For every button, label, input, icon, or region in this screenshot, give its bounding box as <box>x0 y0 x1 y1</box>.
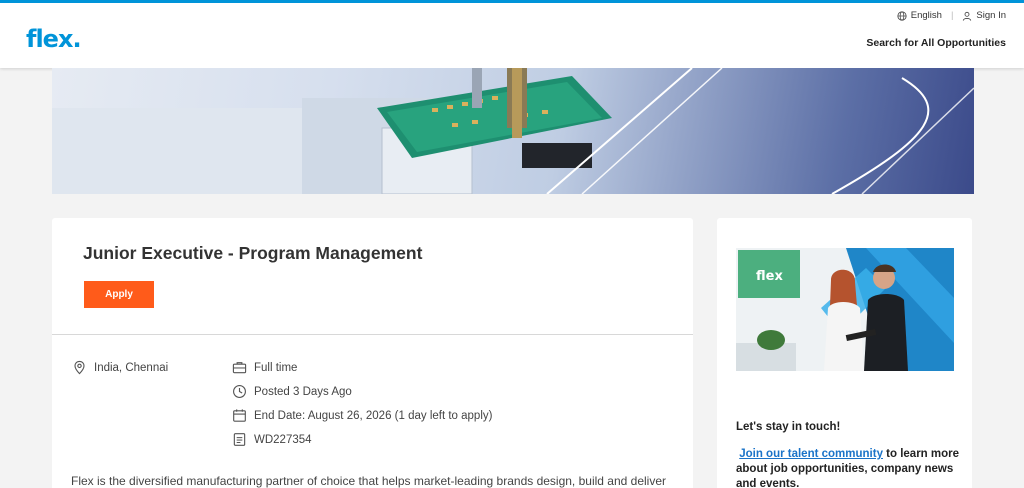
hero-banner <box>52 68 974 194</box>
calendar-icon <box>233 409 246 422</box>
sign-in-link[interactable]: Sign In <box>962 10 1006 21</box>
job-requisition-id: WD227354 <box>232 432 312 447</box>
photo-flex-logo: flex <box>756 269 783 284</box>
language-selector[interactable]: English <box>897 10 942 21</box>
job-end-date: End Date: August 26, 2026 (1 day left to… <box>232 408 492 423</box>
document-icon <box>233 433 246 446</box>
user-icon <box>963 11 972 21</box>
job-type: Full time <box>232 360 297 375</box>
globe-icon <box>897 10 907 21</box>
talent-community-text: Join our talent community to learn more … <box>736 447 961 488</box>
join-talent-community-link[interactable]: Join our talent community <box>739 448 883 460</box>
stay-in-touch-heading: Let's stay in touch! <box>736 421 841 433</box>
location-pin-icon <box>74 360 85 375</box>
job-requisition-id-text: WD227354 <box>254 433 312 446</box>
utility-nav: English | Sign In <box>897 10 1006 21</box>
clock-icon <box>233 385 246 398</box>
briefcase-icon <box>232 362 247 374</box>
job-posted: Posted 3 Days Ago <box>232 384 352 399</box>
language-label: English <box>910 10 942 21</box>
job-posted-text: Posted 3 Days Ago <box>254 385 352 398</box>
search-all-opportunities-link[interactable]: Search for All Opportunities <box>866 37 1006 49</box>
job-location-text: India, Chennai <box>94 361 169 374</box>
sign-in-label: Sign In <box>976 10 1006 21</box>
flex-logo[interactable]: flex. <box>26 25 82 53</box>
banner-artwork <box>52 68 974 194</box>
job-end-date-text: End Date: August 26, 2026 (1 day left to… <box>254 409 493 422</box>
apply-button[interactable]: Apply <box>84 281 154 308</box>
talent-community-card: flex Let's stay in touch! Join our talen… <box>717 218 972 488</box>
job-title: Junior Executive - Program Management <box>83 243 423 263</box>
job-description: Flex is the diversified manufacturing pa… <box>71 474 666 488</box>
talent-community-photo: flex <box>736 248 954 371</box>
card-divider <box>52 334 693 335</box>
utility-separator: | <box>950 10 954 21</box>
job-location: India, Chennai <box>72 360 168 375</box>
people-photo-illustration: flex <box>736 248 954 371</box>
job-details-card: Junior Executive - Program Management Ap… <box>52 218 693 488</box>
job-type-text: Full time <box>254 361 298 374</box>
site-header: flex. English | Sign In Search for All O… <box>0 0 1024 68</box>
